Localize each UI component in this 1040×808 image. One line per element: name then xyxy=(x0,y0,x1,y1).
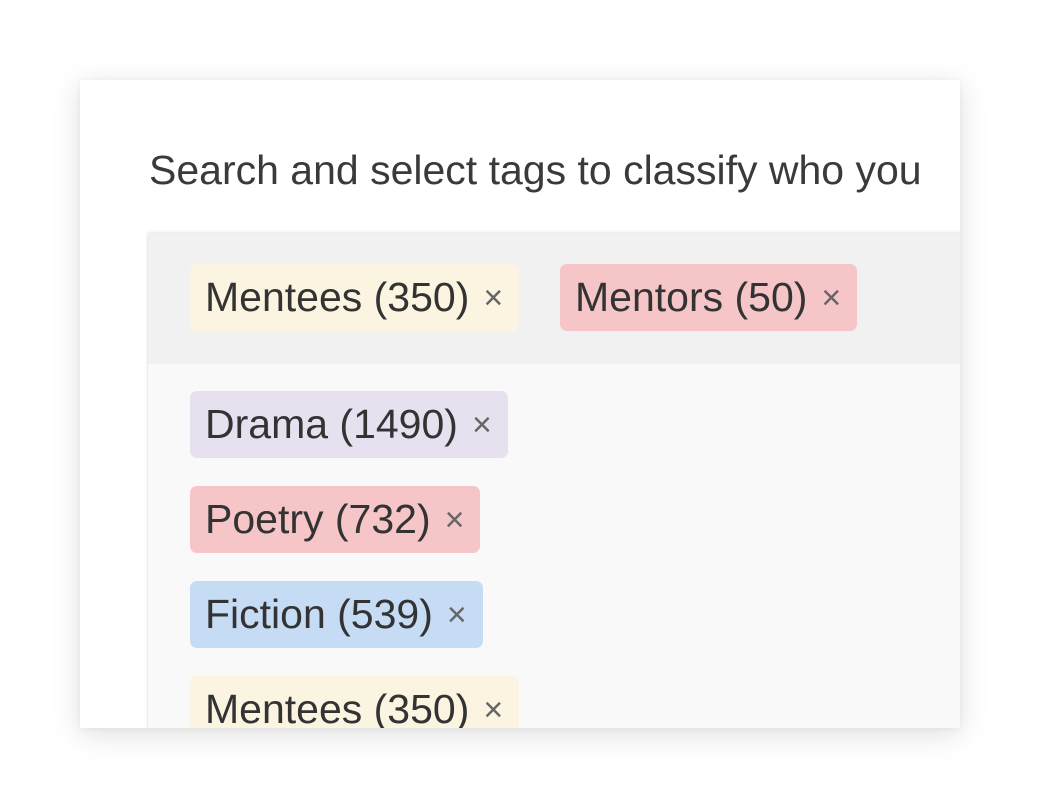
remove-tag-mentors-icon[interactable]: × xyxy=(821,281,841,315)
selected-tags-field[interactable]: Mentees (350) × Mentors (50) × xyxy=(148,233,960,364)
tag-label: Fiction (539) xyxy=(205,591,433,637)
tag-label: Mentors (50) xyxy=(575,274,808,320)
tag-option-drama[interactable]: Drama (1490) × xyxy=(190,391,508,458)
tag-option-mentees[interactable]: Mentees (350) × xyxy=(190,676,520,728)
tag-selector-card: Search and select tags to classify who y… xyxy=(80,80,960,728)
selected-tag-mentors[interactable]: Mentors (50) × xyxy=(560,264,858,331)
tag-label: Drama (1490) xyxy=(205,401,458,447)
tag-options-list: Drama (1490) × Poetry (732) × Fiction (5… xyxy=(190,391,520,728)
tag-label: Mentees (350) xyxy=(205,274,470,320)
remove-tag-poetry-icon[interactable]: × xyxy=(445,503,465,537)
remove-tag-mentees-option-icon[interactable]: × xyxy=(483,693,503,727)
tag-option-poetry[interactable]: Poetry (732) × xyxy=(190,486,481,553)
remove-tag-drama-icon[interactable]: × xyxy=(472,408,492,442)
tag-label: Poetry (732) xyxy=(205,496,431,542)
remove-tag-fiction-icon[interactable]: × xyxy=(447,598,467,632)
tag-label: Mentees (350) xyxy=(205,686,470,728)
selected-tag-mentees[interactable]: Mentees (350) × xyxy=(190,264,520,331)
remove-tag-mentees-icon[interactable]: × xyxy=(483,281,503,315)
instruction-text: Search and select tags to classify who y… xyxy=(149,147,922,193)
tag-picker[interactable]: Mentees (350) × Mentors (50) × Drama (14… xyxy=(148,233,960,728)
tag-option-fiction[interactable]: Fiction (539) × xyxy=(190,581,483,648)
